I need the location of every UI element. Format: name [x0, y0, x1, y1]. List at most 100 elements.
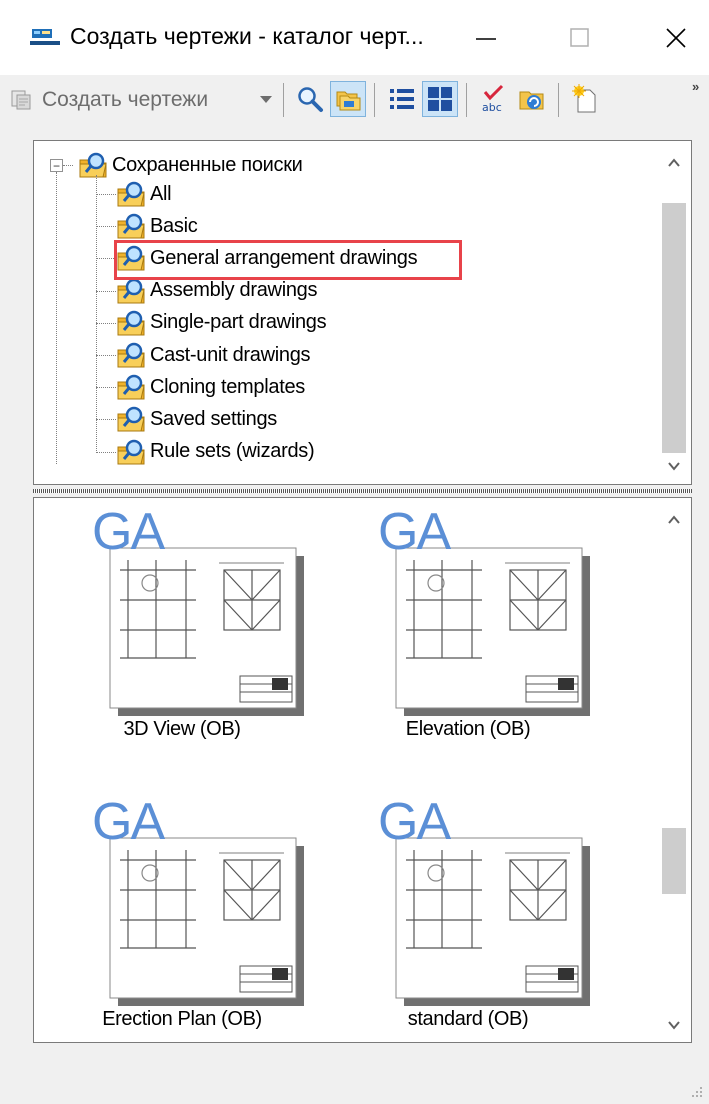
- drawing-thumbnails-panel: GA 3D View (OB) GA Elevation (OB) GA Erection…: [33, 497, 692, 1043]
- saved-search-icon: [117, 310, 145, 336]
- thumbnails-scroll-thumb[interactable]: [662, 828, 686, 894]
- tree-root[interactable]: Сохраненные поиски: [78, 150, 303, 180]
- collapse-toggle[interactable]: −: [50, 159, 63, 172]
- thumbnails-scrollbar[interactable]: [657, 498, 691, 1042]
- close-icon: [666, 28, 686, 48]
- tree-item[interactable]: Saved settings: [116, 404, 277, 434]
- tree-item-label: Rule sets (wizards): [150, 440, 315, 463]
- title-bar: Создать чертежи - каталог черт...: [0, 0, 709, 75]
- create-drawings-icon: [11, 90, 31, 110]
- tree-line: [63, 165, 73, 166]
- create-drawings-button[interactable]: Создать чертежи: [10, 83, 208, 117]
- tree-item[interactable]: Cast-unit drawings: [116, 340, 311, 370]
- window-title: Создать чертежи - каталог черт...: [70, 23, 424, 49]
- tree-line: [96, 419, 116, 421]
- saved-search-icon: [117, 213, 145, 239]
- new-item-button[interactable]: [567, 81, 603, 117]
- thumbnail-label: 3D View (OB): [123, 718, 241, 740]
- tree-item-label: Cast-unit drawings: [150, 343, 311, 366]
- tree-line: [96, 451, 116, 453]
- tree-scroll-thumb[interactable]: [662, 203, 686, 453]
- minimize-icon: [476, 38, 496, 40]
- thumbnail-view-button[interactable]: [422, 81, 458, 117]
- tree-item[interactable]: Rule sets (wizards): [116, 437, 315, 467]
- svg-text:abc: abc: [482, 101, 502, 114]
- toolbar-overflow-chevron[interactable]: »: [692, 79, 699, 94]
- ga-badge: GA: [378, 503, 451, 561]
- saved-search-icon: [117, 342, 145, 368]
- maximize-button[interactable]: [550, 14, 610, 62]
- panel-splitter[interactable]: [33, 489, 692, 493]
- status-bar: [0, 1058, 709, 1104]
- list-view-button[interactable]: [384, 81, 420, 117]
- tree-line: [96, 290, 116, 292]
- tree-item[interactable]: All: [116, 179, 172, 209]
- search-icon: [298, 87, 323, 112]
- app-icon: [30, 29, 60, 45]
- scroll-down-icon[interactable]: [667, 459, 681, 473]
- tree-line: [96, 322, 116, 324]
- tree-item-label: Basic: [150, 214, 198, 237]
- tree-line: [96, 175, 97, 453]
- thumbnail-label: Elevation (OB): [405, 718, 531, 740]
- tree-item-label: Cloning templates: [150, 375, 305, 398]
- spellcheck-icon: abc: [482, 84, 504, 114]
- tree-item-label: Saved settings: [150, 407, 277, 430]
- drawing-thumbnail[interactable]: GA: [64, 793, 304, 1038]
- toolbar: Создать чертежи abc »: [0, 75, 709, 125]
- tree-item[interactable]: Assembly drawings: [116, 276, 317, 306]
- minimize-button[interactable]: [456, 14, 516, 62]
- tree-item-label: Single-part drawings: [150, 311, 327, 334]
- saved-search-icon: [79, 152, 107, 178]
- thumbnail-label: standard (OB): [407, 1008, 529, 1030]
- chevron-down-icon[interactable]: [260, 96, 272, 104]
- saved-search-icon: [117, 407, 145, 432]
- saved-searches-tree: − Сохраненные поиски All Basic General arr…: [33, 140, 692, 485]
- tree-item-label: All: [150, 182, 172, 205]
- tree-line: [96, 194, 116, 195]
- spellcheck-button[interactable]: abc: [476, 81, 512, 117]
- refresh-folder-icon: [519, 91, 544, 110]
- folders-icon: [336, 91, 361, 111]
- resize-grip-icon[interactable]: [689, 1084, 703, 1098]
- toolbar-separator: [466, 83, 467, 117]
- toolbar-separator: [374, 83, 375, 117]
- tree-item-label: Assembly drawings: [150, 279, 318, 302]
- tree-line: [96, 387, 116, 389]
- ga-badge: GA: [92, 503, 165, 561]
- new-item-icon: [572, 84, 596, 113]
- scroll-up-icon[interactable]: [667, 156, 681, 170]
- tree-root-label: Сохраненные поиски: [112, 153, 303, 176]
- ga-badge: GA: [378, 793, 451, 851]
- tree-line: [56, 172, 57, 464]
- folders-button[interactable]: [330, 81, 366, 117]
- scroll-up-icon[interactable]: [667, 513, 681, 527]
- maximize-icon: [570, 28, 589, 47]
- ga-badge: GA: [92, 793, 165, 851]
- thumbnail-view-icon: [428, 87, 452, 111]
- tree-scrollbar[interactable]: [657, 141, 691, 484]
- drawing-thumbnail[interactable]: GA: [350, 503, 590, 748]
- toolbar-separator: [558, 83, 559, 117]
- saved-search-icon: [117, 181, 145, 207]
- tree-line: [96, 355, 116, 356]
- highlight-box: [114, 240, 462, 280]
- saved-search-icon: [117, 439, 145, 465]
- refresh-folder-button[interactable]: [514, 81, 550, 117]
- search-button[interactable]: [292, 81, 328, 117]
- saved-search-icon: [117, 374, 145, 400]
- tree-item[interactable]: Single-part drawings: [116, 308, 327, 338]
- drawing-thumbnail[interactable]: GA: [64, 503, 304, 748]
- tree-item[interactable]: Cloning templates: [116, 372, 305, 402]
- create-drawings-label: Создать чертежи: [42, 88, 209, 111]
- thumbnail-label: Erection Plan (OB): [102, 1008, 262, 1030]
- saved-search-icon: [117, 278, 145, 304]
- tree-line: [96, 258, 116, 260]
- scroll-down-icon[interactable]: [667, 1018, 681, 1032]
- drawing-thumbnail[interactable]: GA: [350, 793, 590, 1038]
- close-button[interactable]: [646, 14, 706, 62]
- tree-line: [96, 226, 116, 228]
- list-view-icon: [390, 89, 414, 109]
- tree-item[interactable]: Basic: [116, 211, 198, 241]
- toolbar-separator: [283, 83, 284, 117]
